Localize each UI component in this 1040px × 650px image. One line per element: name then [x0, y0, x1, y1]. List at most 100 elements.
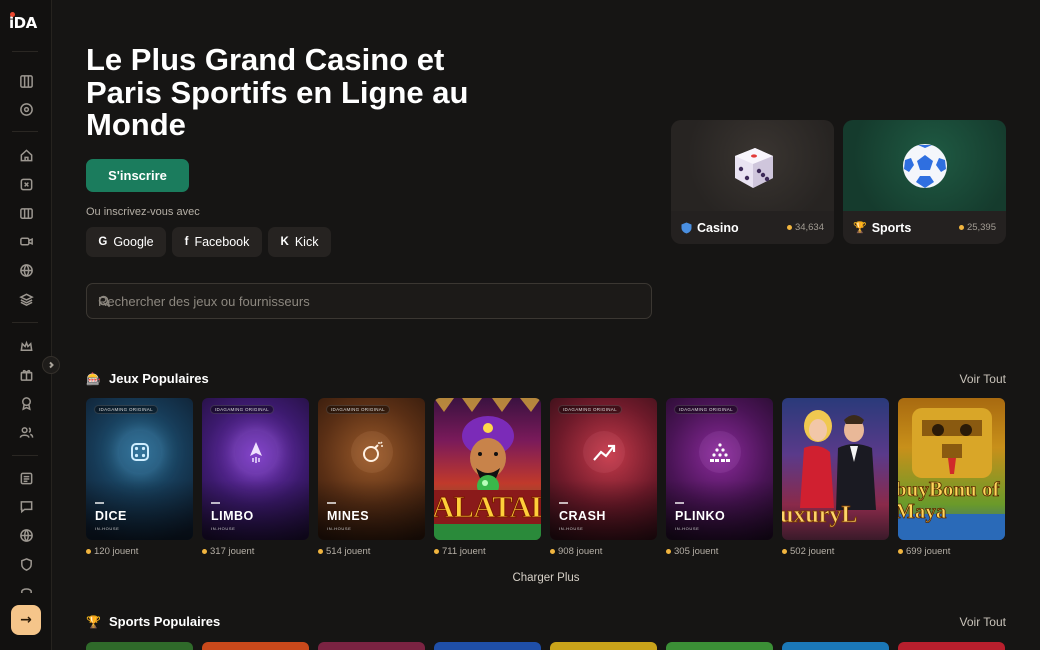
- game-name: DICE: [95, 509, 127, 523]
- sport-tile[interactable]: [666, 642, 773, 650]
- popular-sports-view-all[interactable]: Voir Tout: [960, 615, 1006, 629]
- google-signup-button[interactable]: G Google: [86, 227, 166, 257]
- game-tile-dice[interactable]: IDAGAMING ORIGINAL DICE IN-HOUSE: [86, 398, 193, 540]
- crown-icon[interactable]: [17, 337, 35, 355]
- game-tile-crash[interactable]: IDAGAMING ORIGINAL CRASH IN-HOUSE: [550, 398, 657, 540]
- sport-tile[interactable]: [318, 642, 425, 650]
- game-tile-maya[interactable]: buyBonu of Maya: [898, 398, 1005, 540]
- users-icon[interactable]: [17, 423, 35, 441]
- soccer-ball-icon: [902, 143, 947, 188]
- layers-icon[interactable]: [17, 290, 35, 308]
- game-name: LIMBO: [211, 509, 254, 523]
- player-count: 502 jouent: [782, 546, 834, 557]
- inhouse-label: IN-HOUSE: [675, 526, 700, 531]
- sport-tile[interactable]: [550, 642, 657, 650]
- logo[interactable]: iDA: [9, 12, 37, 32]
- sports-card-count: 25,395: [958, 222, 996, 233]
- sport-tile[interactable]: [202, 642, 309, 650]
- online-dot: [958, 225, 964, 230]
- kick-label: Kick: [294, 235, 319, 249]
- chevron-right-icon: [49, 361, 54, 369]
- sidebar-divider: [12, 51, 38, 52]
- player-count: 305 jouent: [666, 546, 718, 557]
- casino-card-footer: Casino 34,634: [671, 211, 834, 244]
- original-badge: IDAGAMING ORIGINAL: [558, 405, 622, 414]
- player-count: 699 jouent: [898, 546, 950, 557]
- trophy-icon: 🏆: [853, 221, 867, 234]
- game-name: uxuryL: [782, 502, 858, 529]
- game-tile-alatal[interactable]: ALATAL: [434, 398, 541, 540]
- game-name: MINES: [327, 509, 370, 523]
- game-name: CRASH: [559, 509, 606, 523]
- sport-tile[interactable]: [86, 642, 193, 650]
- popular-games-header: 🎰 Jeux Populaires: [86, 371, 209, 386]
- trophy-icon: 🏆: [86, 614, 101, 629]
- headset-icon[interactable]: [17, 584, 35, 593]
- search-icon: [98, 295, 111, 308]
- google-icon: G: [98, 236, 108, 248]
- ball-icon[interactable]: [17, 261, 35, 279]
- inhouse-label: IN-HOUSE: [211, 526, 236, 531]
- video-icon[interactable]: [17, 232, 35, 250]
- popular-sports-title: Sports Populaires: [109, 614, 221, 629]
- casino-card-label: Casino: [697, 220, 739, 235]
- google-label: Google: [113, 235, 154, 249]
- signup-button[interactable]: S'inscrire: [86, 159, 189, 192]
- facebook-icon: f: [184, 236, 189, 248]
- dashboard-icon[interactable]: [17, 72, 35, 90]
- game-tile-plinko[interactable]: IDAGAMING ORIGINAL PLINKO IN-HOUSE: [666, 398, 773, 540]
- sidebar-collapse-button[interactable]: [42, 356, 60, 374]
- sport-tile[interactable]: [898, 642, 1005, 650]
- gift-icon[interactable]: [17, 365, 35, 383]
- game-tile-mines[interactable]: IDAGAMING ORIGINAL MINES IN-HOUSE: [318, 398, 425, 540]
- sidebar: iDA →: [0, 0, 52, 650]
- target-icon[interactable]: [17, 100, 35, 118]
- original-badge: IDAGAMING ORIGINAL: [210, 405, 274, 414]
- casino-icon[interactable]: [17, 175, 35, 193]
- player-count: 711 jouent: [434, 546, 486, 557]
- news-icon[interactable]: [17, 469, 35, 487]
- slots-icon[interactable]: [17, 204, 35, 222]
- kick-icon: K: [280, 236, 289, 248]
- dice-icon: [119, 431, 161, 473]
- game-tile-luxury[interactable]: uxuryL: [782, 398, 889, 540]
- kick-signup-button[interactable]: K Kick: [268, 227, 331, 257]
- login-arrow-button[interactable]: →: [11, 605, 41, 635]
- game-name: PLINKO: [675, 509, 726, 523]
- sport-tile[interactable]: [434, 642, 541, 650]
- original-badge: IDAGAMING ORIGINAL: [94, 405, 158, 414]
- pyramid-dots-icon: [699, 431, 741, 473]
- casino-category-card[interactable]: Casino 34,634: [671, 120, 834, 244]
- sports-card-footer: 🏆 Sports 25,395: [843, 211, 1006, 244]
- shield-icon[interactable]: [17, 555, 35, 573]
- sports-category-card[interactable]: 🏆 Sports 25,395: [843, 120, 1006, 244]
- online-dot: [786, 225, 792, 230]
- load-more-button[interactable]: Charger Plus: [496, 572, 596, 584]
- search-input[interactable]: [87, 284, 651, 318]
- casino-card-count: 34,634: [786, 222, 824, 233]
- inhouse-label: IN-HOUSE: [327, 526, 352, 531]
- popular-games-view-all[interactable]: Voir Tout: [960, 372, 1006, 386]
- player-count: 908 jouent: [550, 546, 602, 557]
- inhouse-label: IN-HOUSE: [95, 526, 120, 531]
- game-name: buyBonu of Maya: [898, 477, 1000, 523]
- original-badge: IDAGAMING ORIGINAL: [674, 405, 738, 414]
- sports-card-label: Sports: [871, 220, 912, 235]
- player-count: 514 jouent: [318, 546, 370, 557]
- popular-sports-header: 🏆 Sports Populaires: [86, 614, 220, 629]
- award-icon[interactable]: [17, 394, 35, 412]
- player-count: 120 jouent: [86, 546, 138, 557]
- ball-illustration: [843, 120, 1006, 211]
- home-icon[interactable]: [17, 146, 35, 164]
- hero-title: Le Plus Grand Casino et Paris Sportifs e…: [86, 42, 469, 142]
- game-tile-limbo[interactable]: IDAGAMING ORIGINAL LIMBO IN-HOUSE: [202, 398, 309, 540]
- facebook-label: Facebook: [194, 235, 250, 249]
- sidebar-divider: [12, 322, 38, 323]
- game-name: ALATAL: [434, 489, 541, 525]
- globe-icon[interactable]: [17, 526, 35, 544]
- facebook-signup-button[interactable]: f Facebook: [172, 227, 262, 257]
- bomb-icon: [351, 431, 393, 473]
- trend-up-icon: [583, 431, 625, 473]
- sport-tile[interactable]: [782, 642, 889, 650]
- chat-icon[interactable]: [17, 497, 35, 515]
